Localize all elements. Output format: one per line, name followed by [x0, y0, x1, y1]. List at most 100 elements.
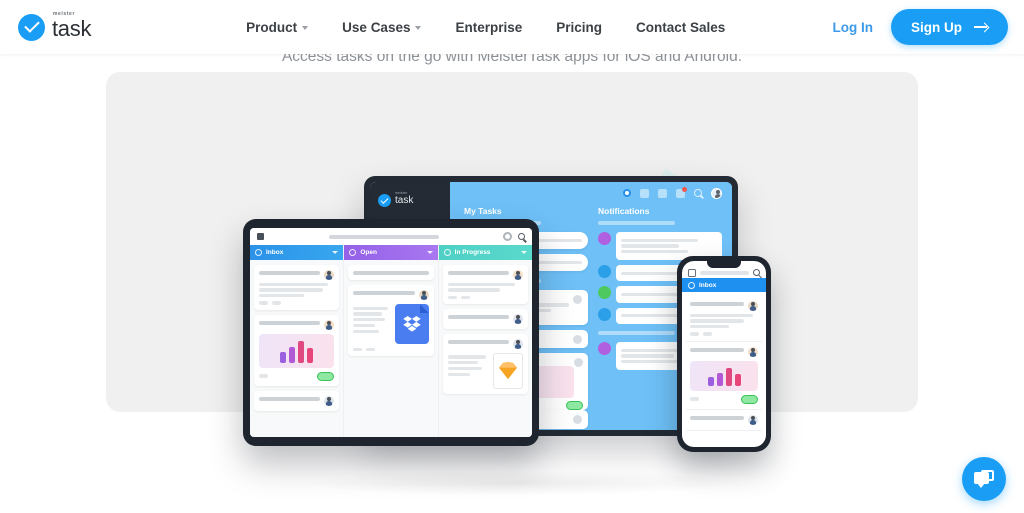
- search-icon[interactable]: [753, 269, 760, 276]
- kanban-column-body: [439, 260, 532, 404]
- kanban-card-sketch[interactable]: [442, 333, 528, 394]
- card-line: [690, 325, 730, 329]
- circle-icon: [349, 249, 357, 256]
- circle-icon: [443, 249, 451, 256]
- card-line: [447, 355, 486, 359]
- status-badge: [317, 371, 335, 381]
- chevron-down-icon[interactable]: [520, 251, 527, 254]
- chevron-down-icon[interactable]: [332, 251, 339, 254]
- tag: [259, 374, 268, 378]
- kanban-card-attachment[interactable]: [348, 285, 434, 357]
- card-header: [259, 395, 335, 406]
- main-nav: Product Use Cases Enterprise Pricing Con…: [246, 20, 725, 35]
- chevron-down-icon[interactable]: [426, 251, 433, 254]
- tag: [460, 295, 470, 299]
- card-title-placeholder: [259, 396, 321, 401]
- kanban-column-body: [250, 260, 343, 421]
- avatar: [418, 290, 429, 300]
- avatar: [573, 295, 582, 304]
- kanban-column-header[interactable]: Open: [344, 245, 438, 260]
- nav-item-contact-sales[interactable]: Contact Sales: [636, 20, 725, 35]
- tag: [690, 332, 699, 336]
- nav-item-pricing[interactable]: Pricing: [556, 20, 602, 35]
- card-header: [259, 270, 335, 280]
- chevron-down-icon: [302, 26, 309, 30]
- avatar: [574, 357, 583, 367]
- avatar: [512, 338, 523, 349]
- card-line: [259, 288, 324, 292]
- list-item[interactable]: [686, 296, 762, 342]
- kanban-column-header[interactable]: Inbox: [250, 245, 344, 260]
- card-header: [447, 270, 523, 280]
- nav-label-enterprise: Enterprise: [455, 19, 523, 35]
- avatar: [748, 414, 758, 425]
- chart-bar: [734, 373, 741, 386]
- avatar: [512, 313, 523, 324]
- card-line: [353, 318, 386, 322]
- kanban-card[interactable]: [254, 265, 340, 310]
- home-icon[interactable]: [640, 188, 649, 198]
- card-tags: [690, 332, 758, 336]
- kanban-card[interactable]: [442, 265, 528, 304]
- signup-button[interactable]: Sign Up: [891, 9, 1008, 45]
- list-item[interactable]: [686, 409, 762, 431]
- status-badge: [741, 394, 758, 404]
- card-lines: [353, 304, 389, 344]
- status-ring-icon[interactable]: [623, 189, 631, 197]
- search-icon[interactable]: [518, 233, 525, 240]
- kanban-card[interactable]: [254, 390, 340, 411]
- clock-icon[interactable]: [658, 188, 667, 198]
- chart-bar: [307, 348, 314, 363]
- avatar: [573, 334, 582, 344]
- chat-widget-button[interactable]: [962, 457, 1006, 501]
- nav-label-pricing: Pricing: [556, 19, 603, 35]
- search-icon[interactable]: [694, 189, 702, 197]
- card-header: [353, 270, 429, 275]
- logo[interactable]: meister task: [18, 11, 91, 42]
- card-header: [690, 346, 758, 357]
- search-input[interactable]: [700, 270, 749, 275]
- bell-icon[interactable]: [676, 186, 687, 198]
- tablet-screen: Inbox Open In Progress: [250, 228, 532, 437]
- play-circle-icon: [598, 307, 611, 321]
- card-title-placeholder: [447, 314, 509, 319]
- close-icon[interactable]: [257, 233, 264, 240]
- chart-bar: [280, 351, 287, 363]
- card-title-placeholder: [259, 320, 321, 325]
- device-mockups: meister task My Tasks Notifications Inbo…: [0, 0, 1024, 513]
- page-root: meister task Product Use Cases Enterpris…: [0, 0, 1024, 513]
- sketch-file-icon[interactable]: [492, 352, 523, 389]
- desktop-column-subline: [598, 221, 675, 225]
- nav-item-product[interactable]: Product: [246, 20, 309, 35]
- card-header: [353, 290, 429, 300]
- card-line: [690, 313, 753, 317]
- card-header: [447, 338, 523, 349]
- bar-chart: [690, 360, 758, 391]
- nav-item-enterprise[interactable]: Enterprise: [455, 20, 522, 35]
- kanban-card[interactable]: [442, 308, 528, 329]
- phone-section-header[interactable]: Inbox: [682, 278, 766, 292]
- desktop-column-title: Notifications: [598, 206, 650, 216]
- chart-bar: [725, 367, 732, 386]
- signup-button-label: Sign Up: [911, 19, 962, 35]
- card-title-placeholder: [447, 271, 509, 275]
- kanban-column-header[interactable]: In Progress: [438, 245, 532, 260]
- tablet-toolbar: [250, 228, 532, 245]
- kanban-column-label: In Progress: [454, 249, 491, 256]
- card-title-placeholder: [690, 302, 744, 306]
- kanban-card-chart[interactable]: [254, 314, 340, 386]
- dropbox-file-icon[interactable]: [394, 304, 429, 344]
- nav-item-use-cases[interactable]: Use Cases: [342, 20, 422, 35]
- check-circle-icon: [378, 194, 391, 207]
- avatar[interactable]: [711, 187, 722, 199]
- gear-icon[interactable]: [503, 232, 512, 241]
- avatar: [748, 346, 758, 357]
- notification-type-icon: [598, 232, 611, 245]
- login-link[interactable]: Log In: [833, 20, 874, 35]
- home-icon[interactable]: [688, 268, 696, 277]
- desktop-logo-main: task: [395, 195, 414, 206]
- kanban-card[interactable]: [348, 265, 434, 280]
- chart-bar: [707, 376, 714, 386]
- list-item-chart[interactable]: [686, 341, 762, 410]
- desktop-column-title: My Tasks: [464, 206, 502, 216]
